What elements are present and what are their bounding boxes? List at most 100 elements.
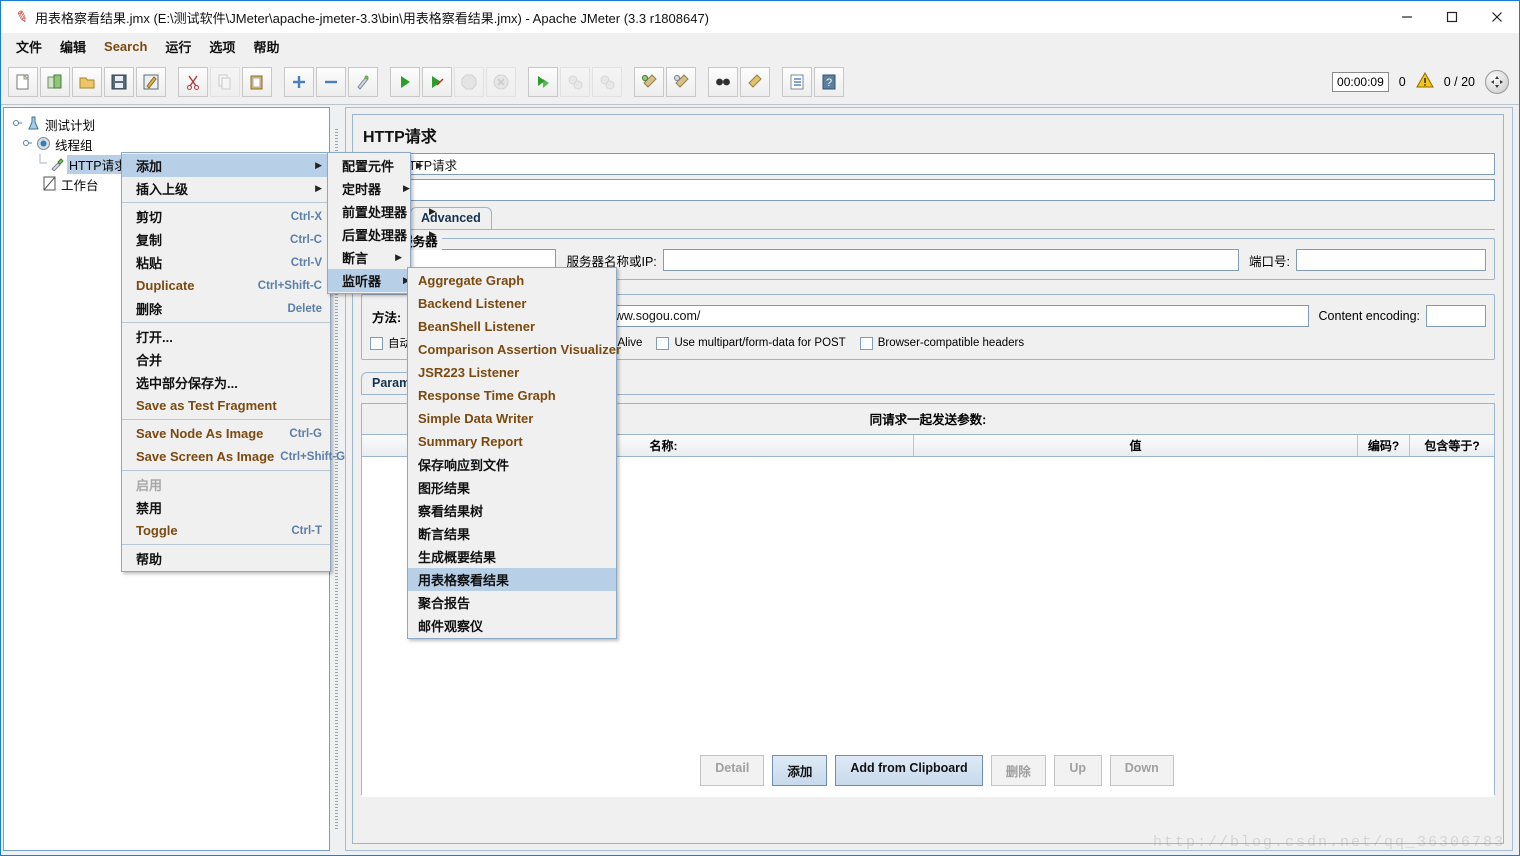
listener-item-comparison-assertion-visualizer[interactable]: Comparison Assertion Visualizer: [408, 338, 621, 361]
tree-node-thread-group[interactable]: 线程组: [10, 134, 329, 154]
remote-shutdown-all-icon[interactable]: [592, 66, 622, 97]
add-from-clipboard-button[interactable]: Add from Clipboard: [835, 755, 983, 786]
close-button[interactable]: [1474, 1, 1519, 33]
content-encoding-input[interactable]: [1426, 305, 1486, 327]
context-menu-item-open[interactable]: 打开...: [122, 325, 330, 348]
comment-input[interactable]: [395, 179, 1495, 201]
toggle-icon[interactable]: [348, 66, 378, 97]
templates-icon[interactable]: [40, 66, 70, 97]
minimize-button[interactable]: [1384, 1, 1429, 33]
context-menu-item-toggle[interactable]: Toggle Ctrl-T: [122, 519, 330, 542]
tree-expand-handle-icon[interactable]: [20, 138, 34, 151]
add-submenu-item-listener[interactable]: 监听器 ▶: [328, 269, 410, 292]
context-menu-item-save-as-test-fragment[interactable]: Save as Test Fragment: [122, 394, 330, 417]
flask-icon: [24, 116, 43, 133]
listener-item-view-results-tree[interactable]: 察看结果树: [408, 499, 616, 522]
column-header-encode[interactable]: 编码?: [1358, 435, 1410, 456]
context-menu-item-copy[interactable]: 复制 Ctrl-C: [122, 228, 330, 251]
listener-item-mailer-visualizer[interactable]: 邮件观察仪: [408, 614, 616, 637]
context-menu-item-delete[interactable]: 删除 Delete: [122, 297, 330, 320]
context-menu-item-paste[interactable]: 粘贴 Ctrl-V: [122, 251, 330, 274]
context-menu-item-merge[interactable]: 合并: [122, 348, 330, 371]
menu-file[interactable]: 文件: [7, 34, 51, 59]
context-menu-item-save-node-as-image[interactable]: Save Node As Image Ctrl-G: [122, 422, 330, 445]
add-submenu-item-post-processor[interactable]: 后置处理器 ▶: [328, 223, 436, 246]
listener-item-summary-report[interactable]: Summary Report: [408, 430, 616, 453]
add-submenu-item-assertion[interactable]: 断言 ▶: [328, 246, 410, 269]
function-helper-icon[interactable]: [782, 66, 812, 97]
warning-triangle-icon[interactable]: [1415, 71, 1434, 91]
tree-expand-handle-icon[interactable]: [10, 118, 24, 131]
reset-search-icon[interactable]: [740, 66, 770, 97]
collapse-all-icon[interactable]: [316, 66, 346, 97]
tree-context-menu[interactable]: 添加 ▶ 插入上级 ▶ 剪切 Ctrl-X 复制 Ctrl-C 粘贴 Ctrl-…: [121, 152, 345, 572]
column-header-include-equals[interactable]: 包含等于?: [1410, 435, 1494, 456]
add-button[interactable]: 添加: [772, 755, 828, 786]
start-icon[interactable]: [390, 66, 420, 97]
menu-options[interactable]: 选项: [200, 34, 244, 59]
context-menu-item-insert-parent[interactable]: 插入上级 ▶: [122, 177, 330, 200]
add-submenu-item-pre-processor[interactable]: 前置处理器 ▶: [328, 200, 436, 223]
context-menu-item-enable[interactable]: 启用: [122, 473, 330, 496]
down-button[interactable]: Down: [1109, 755, 1174, 786]
paste-icon[interactable]: [242, 66, 272, 97]
menu-edit[interactable]: 编辑: [51, 34, 95, 59]
listener-item-backend-listener[interactable]: Backend Listener: [408, 292, 616, 315]
listener-item-assertion-results[interactable]: 断言结果: [408, 522, 616, 545]
column-header-value[interactable]: 值: [914, 435, 1358, 456]
open-icon[interactable]: [72, 66, 102, 97]
listener-submenu[interactable]: Aggregate Graph Backend Listener BeanShe…: [407, 267, 621, 639]
cut-icon[interactable]: [178, 66, 208, 97]
new-icon[interactable]: [8, 66, 38, 97]
expand-arrows-icon[interactable]: [1485, 69, 1509, 94]
add-submenu-item-timer[interactable]: 定时器 ▶: [328, 177, 410, 200]
name-input[interactable]: HTTP请求: [395, 153, 1495, 175]
remote-start-all-icon[interactable]: [528, 66, 558, 97]
shutdown-icon[interactable]: [486, 66, 516, 97]
context-menu-item-duplicate[interactable]: Duplicate Ctrl+Shift-C: [122, 274, 330, 297]
stop-icon[interactable]: [454, 66, 484, 97]
checkbox-use-multipart[interactable]: Use multipart/form-data for POST: [656, 336, 846, 350]
remote-stop-all-icon[interactable]: [560, 66, 590, 97]
menu-run[interactable]: 运行: [156, 34, 200, 59]
listener-item-aggregate-graph[interactable]: Aggregate Graph: [408, 269, 616, 292]
menu-help[interactable]: 帮助: [244, 34, 288, 59]
add-submenu-item-config-element[interactable]: 配置元件 ▶: [328, 154, 423, 177]
context-menu-item-save-selection-as[interactable]: 选中部分保存为...: [122, 371, 330, 394]
clear-all-icon[interactable]: [666, 66, 696, 97]
detail-button[interactable]: Detail: [700, 755, 765, 786]
path-input[interactable]: https://www.sogou.com/: [564, 305, 1309, 327]
listener-item-simple-data-writer[interactable]: Simple Data Writer: [408, 407, 616, 430]
tree-node-test-plan[interactable]: 测试计划: [10, 114, 329, 134]
search-icon[interactable]: [708, 66, 738, 97]
context-menu-item-help[interactable]: 帮助: [122, 547, 330, 570]
menu-search[interactable]: Search: [95, 36, 156, 57]
listener-item-save-responses-to-file[interactable]: 保存响应到文件: [408, 453, 616, 476]
listener-item-generate-summary-results[interactable]: 生成概要结果: [408, 545, 616, 568]
save-icon[interactable]: [104, 66, 134, 97]
port-input[interactable]: [1296, 249, 1486, 271]
context-menu-item-add[interactable]: 添加 ▶: [122, 154, 330, 177]
listener-item-response-time-graph[interactable]: Response Time Graph: [408, 384, 616, 407]
expand-all-icon[interactable]: [284, 66, 314, 97]
server-input[interactable]: [662, 249, 1240, 271]
clear-icon[interactable]: [634, 66, 664, 97]
checkbox-box: [656, 336, 670, 350]
context-menu-item-cut[interactable]: 剪切 Ctrl-X: [122, 205, 330, 228]
listener-item-aggregate-report[interactable]: 聚合报告: [408, 591, 616, 614]
listener-item-jsr223-listener[interactable]: JSR223 Listener: [408, 361, 616, 384]
help-icon[interactable]: ?: [814, 66, 844, 97]
listener-item-graph-results[interactable]: 图形结果: [408, 476, 616, 499]
context-menu-item-disable[interactable]: 禁用: [122, 496, 330, 519]
listener-item-beanshell-listener[interactable]: BeanShell Listener: [408, 315, 616, 338]
save-as-icon[interactable]: [136, 66, 166, 97]
start-no-pause-icon[interactable]: [422, 66, 452, 97]
add-submenu[interactable]: 配置元件 ▶ 定时器 ▶ 前置处理器 ▶ 后置处理器 ▶ 断言 ▶ 监听器 ▶: [327, 152, 436, 294]
context-menu-item-save-screen-as-image[interactable]: Save Screen As Image Ctrl+Shift-G: [122, 445, 345, 468]
copy-icon[interactable]: [210, 66, 240, 97]
up-button[interactable]: Up: [1053, 755, 1102, 786]
listener-item-view-results-in-table[interactable]: 用表格察看结果: [408, 568, 616, 591]
maximize-button[interactable]: [1429, 1, 1474, 33]
checkbox-browser-compatible-headers[interactable]: Browser-compatible headers: [859, 336, 1024, 350]
delete-button[interactable]: 删除: [990, 755, 1046, 786]
